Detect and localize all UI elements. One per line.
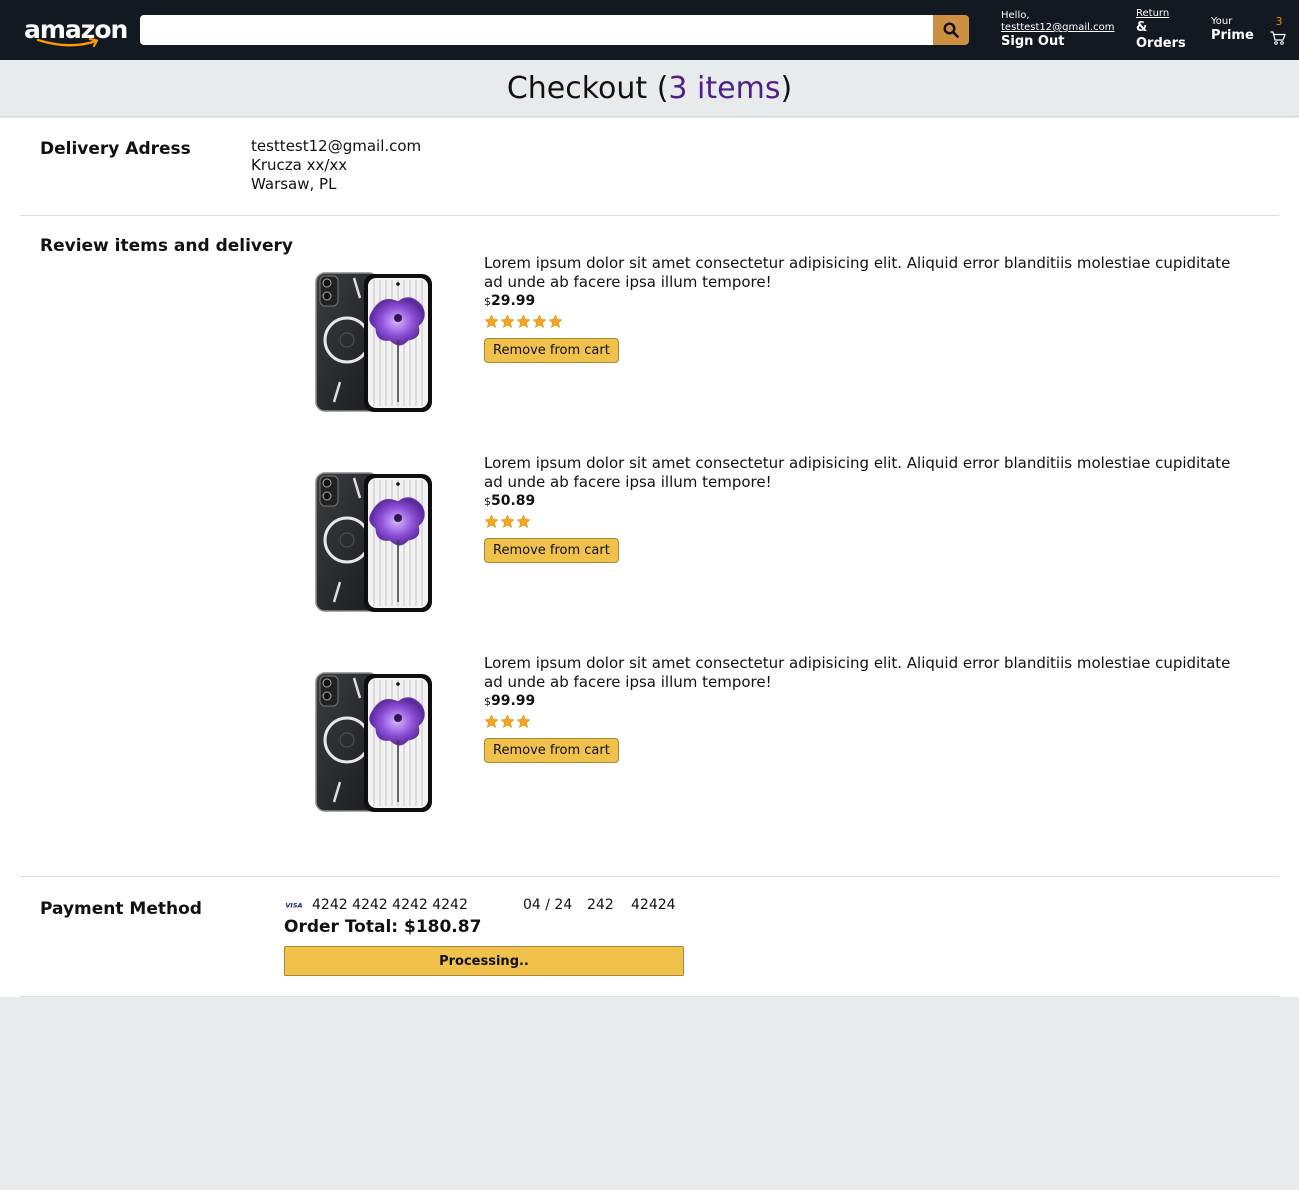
card-element[interactable]: VISA 4242 4242 4242 4242 04 / 24 242 424…	[284, 897, 676, 913]
address-email: testtest12@gmail.com	[251, 137, 422, 155]
star-icon	[500, 313, 515, 328]
price-value: 29.99	[491, 293, 536, 309]
site-header: amazon Hello, testtest12@gmail.com Sign …	[0, 0, 1299, 60]
price-value: 99.99	[491, 693, 536, 709]
phone-product-illustration	[315, 472, 432, 612]
orders-option[interactable]: Return & Orders	[1136, 8, 1186, 52]
star-icon	[484, 513, 499, 528]
star-icon	[516, 713, 531, 728]
product-rating	[484, 712, 1244, 730]
cart-button[interactable]: 3	[1268, 15, 1290, 47]
remove-from-cart-button[interactable]: Remove from cart	[484, 338, 619, 363]
cart-icon	[1270, 31, 1286, 45]
visa-card-icon: VISA	[284, 899, 304, 911]
remove-from-cart-button[interactable]: Remove from cart	[484, 738, 619, 763]
review-title: Review items and delivery	[40, 236, 294, 256]
card-cvc-input[interactable]: 242	[587, 897, 631, 913]
product-image	[314, 670, 434, 815]
cart-count: 3	[1275, 15, 1283, 28]
checkout-product: Lorem ipsum dolor sit amet consectetur a…	[304, 254, 1264, 424]
orders-line3: Orders	[1136, 36, 1186, 51]
checkout-header: Checkout (3 items)	[0, 60, 1299, 117]
star-icon	[500, 513, 515, 528]
prime-line1: Your	[1211, 16, 1233, 27]
product-image	[314, 270, 434, 415]
star-icon	[484, 313, 499, 328]
phone-product-illustration	[315, 272, 432, 412]
checkout-product: Lorem ipsum dolor sit amet consectetur a…	[304, 654, 1264, 824]
title-prefix: Checkout (	[506, 70, 669, 106]
remove-from-cart-button[interactable]: Remove from cart	[484, 538, 619, 563]
checkout-content: Delivery Adress testtest12@gmail.com Kru…	[0, 118, 1299, 997]
search-bar	[140, 15, 969, 45]
orders-line1: Return	[1136, 8, 1170, 19]
product-price: $29.99	[484, 292, 1244, 311]
product-description: Lorem ipsum dolor sit amet consectetur a…	[484, 254, 1231, 291]
delivery-address: testtest12@gmail.com Krucza xx/xx Warsaw…	[251, 137, 421, 194]
product-description: Lorem ipsum dolor sit amet consectetur a…	[484, 454, 1231, 491]
address-street: Krucza xx/xx	[251, 156, 348, 174]
phone-product-illustration	[315, 672, 432, 812]
product-rating	[484, 312, 1244, 330]
buy-now-button[interactable]: Processing..	[284, 946, 684, 976]
prime-line2: Prime	[1211, 28, 1254, 43]
product-price: $99.99	[484, 692, 1244, 711]
currency-symbol: $	[484, 295, 491, 308]
review-section: Review items and delivery Lorem ipsum do…	[20, 216, 1279, 877]
account-option[interactable]: Hello, testtest12@gmail.com Sign Out	[1001, 10, 1114, 50]
order-total: Order Total: $180.87	[284, 917, 482, 937]
search-icon	[943, 22, 959, 38]
card-number-input[interactable]: 4242 4242 4242 4242	[312, 897, 523, 913]
greeting-text: Hello,	[1001, 10, 1030, 21]
star-icon	[532, 313, 547, 328]
product-rating	[484, 512, 1244, 530]
item-count-link[interactable]: 3 items	[668, 71, 780, 106]
delivery-section: Delivery Adress testtest12@gmail.com Kru…	[20, 118, 1279, 216]
currency-symbol: $	[484, 495, 491, 508]
product-info: Lorem ipsum dolor sit amet consectetur a…	[484, 654, 1244, 763]
page-title: Checkout (3 items)	[507, 71, 792, 106]
amazon-logo[interactable]: amazon	[24, 16, 128, 50]
address-city: Warsaw, PL	[251, 175, 337, 193]
star-icon	[516, 313, 531, 328]
checkout-product: Lorem ipsum dolor sit amet consectetur a…	[304, 454, 1264, 624]
star-icon	[548, 313, 563, 328]
product-description: Lorem ipsum dolor sit amet consectetur a…	[484, 654, 1231, 691]
card-zip-input[interactable]: 42424	[631, 897, 676, 913]
search-input[interactable]	[140, 15, 933, 45]
payment-title: Payment Method	[40, 899, 202, 919]
price-value: 50.89	[491, 493, 536, 509]
star-icon	[500, 713, 515, 728]
sign-out-link[interactable]: Sign Out	[1001, 34, 1114, 50]
search-button[interactable]	[933, 15, 969, 45]
product-info: Lorem ipsum dolor sit amet consectetur a…	[484, 454, 1244, 563]
product-info: Lorem ipsum dolor sit amet consectetur a…	[484, 254, 1244, 363]
star-icon	[484, 713, 499, 728]
product-image	[314, 470, 434, 615]
orders-line2: &	[1136, 20, 1148, 35]
currency-symbol: $	[484, 695, 491, 708]
card-brand-text: VISA	[285, 902, 302, 910]
card-expiry-input[interactable]: 04 / 24	[523, 897, 587, 913]
payment-section: Payment Method VISA 4242 4242 4242 4242 …	[20, 877, 1279, 997]
smile-arrow-icon	[36, 38, 99, 48]
title-suffix: )	[780, 70, 793, 106]
delivery-title: Delivery Adress	[40, 139, 191, 159]
product-price: $50.89	[484, 492, 1244, 511]
user-email: testtest12@gmail.com	[1001, 22, 1115, 33]
prime-option[interactable]: Your Prime	[1211, 16, 1254, 44]
star-icon	[516, 513, 531, 528]
